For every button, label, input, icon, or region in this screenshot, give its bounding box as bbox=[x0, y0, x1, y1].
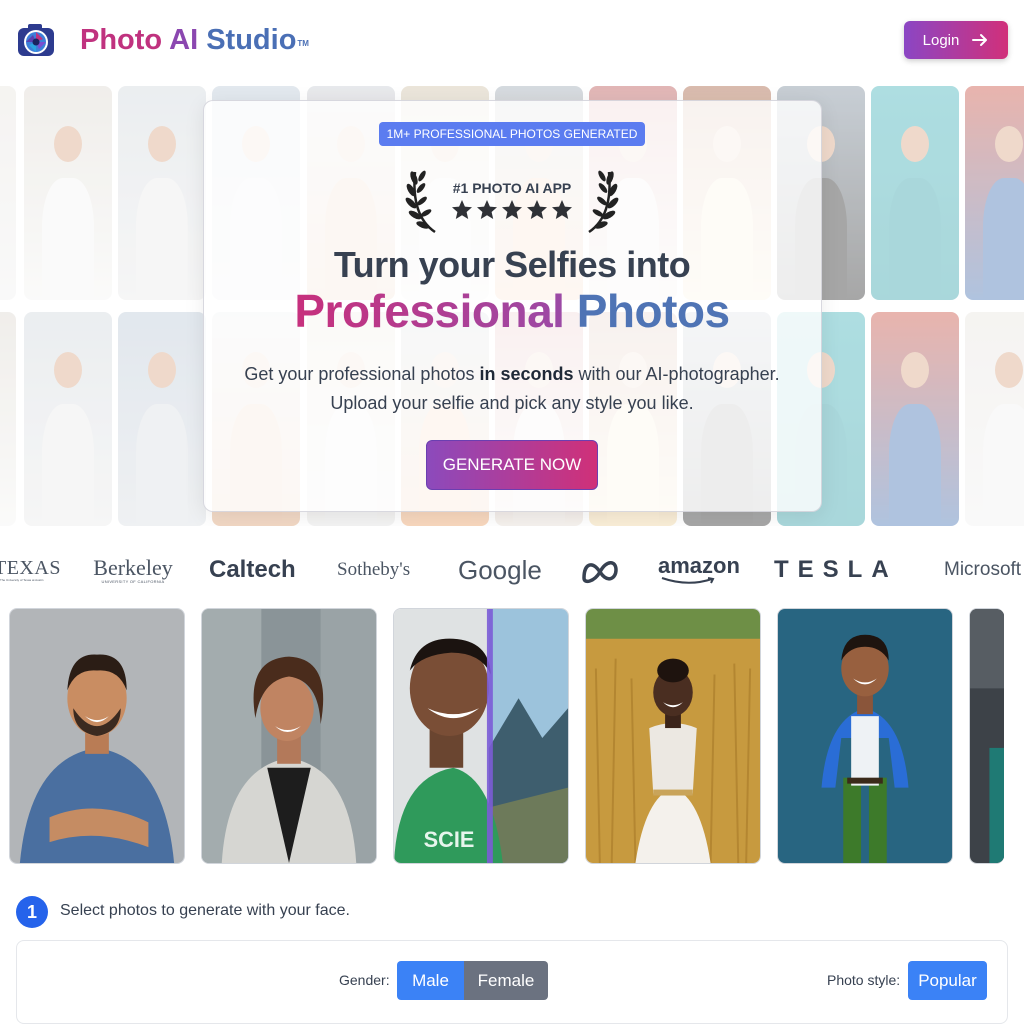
logo-berkeley-subtext: UNIVERSITY OF CALIFORNIA bbox=[101, 578, 165, 584]
subtitle-bold: in seconds bbox=[479, 364, 574, 384]
logo-google: Google bbox=[458, 554, 542, 585]
star-icon bbox=[477, 200, 497, 219]
logo-berkeley: Berkeley UNIVERSITY OF CALIFORNIA bbox=[93, 548, 173, 592]
gender-female-button[interactable]: Female bbox=[464, 961, 548, 1000]
sample-photos-strip: SCIE bbox=[0, 607, 1024, 865]
meta-logo-icon bbox=[580, 548, 620, 592]
hero-headline-line2: Professional Photos bbox=[200, 284, 824, 338]
trademark-mark: TM bbox=[297, 39, 309, 48]
star-icon bbox=[452, 200, 472, 219]
star-icon bbox=[502, 200, 522, 219]
generate-now-button[interactable]: GENERATE NOW bbox=[426, 440, 598, 490]
logo-sothebys: Sotheby's bbox=[337, 559, 411, 580]
photo-style-label: Photo style: bbox=[827, 972, 901, 988]
logo-amazon-text: amazon bbox=[658, 553, 740, 578]
brand-word-photo: Photo bbox=[80, 24, 163, 56]
hero-subtitle: Get your professional photos in seconds … bbox=[200, 360, 824, 418]
login-button[interactable]: Login bbox=[904, 21, 1008, 59]
gender-label: Gender: bbox=[339, 972, 390, 988]
photos-generated-badge: 1M+ PROFESSIONAL PHOTOS GENERATED bbox=[379, 122, 645, 146]
step-instruction: Select photos to generate with your face… bbox=[60, 902, 350, 919]
sample-photo[interactable] bbox=[777, 608, 953, 864]
brand-name[interactable]: Photo AI StudioTM bbox=[80, 22, 309, 58]
login-label: Login bbox=[922, 31, 960, 49]
sample-photo[interactable] bbox=[201, 608, 377, 864]
brand-word-ai: AI bbox=[169, 24, 199, 56]
logo-microsoft: Microsoft bbox=[944, 559, 1022, 580]
sample-photo[interactable] bbox=[9, 608, 185, 864]
client-logos-row: TEXAS The University of Texas at Austin … bbox=[0, 548, 1024, 592]
site-header: Photo AI StudioTM Login bbox=[0, 0, 1024, 80]
headline-word-professional: Professional bbox=[294, 285, 565, 337]
amazon-smile-icon bbox=[661, 577, 715, 584]
star-icon bbox=[552, 200, 572, 219]
logo-tesla: TESLA bbox=[774, 556, 898, 583]
logo-texas-text: TEXAS bbox=[0, 557, 61, 579]
logo-caltech: Caltech bbox=[209, 556, 296, 583]
logo-texas-subtext: The University of Texas at Austin bbox=[0, 578, 44, 582]
laurel-right-icon bbox=[588, 170, 619, 234]
sample-photo[interactable] bbox=[585, 608, 761, 864]
headline-word-photos: Photos bbox=[576, 285, 730, 337]
laurel-left-icon bbox=[405, 170, 436, 234]
sample-photo-partial[interactable] bbox=[969, 608, 1004, 864]
svg-text:SCIE: SCIE bbox=[424, 827, 475, 852]
logo-amazon: amazon bbox=[658, 548, 740, 592]
subtitle-line2: Upload your selfie and pick any style yo… bbox=[330, 393, 694, 413]
logo-berkeley-text: Berkeley bbox=[93, 554, 173, 580]
step-number-badge: 1 bbox=[16, 896, 48, 928]
gender-male-button[interactable]: Male bbox=[397, 961, 464, 1000]
camera-lens-icon[interactable] bbox=[16, 20, 56, 60]
subtitle-part2: with our AI-photographer. bbox=[573, 364, 780, 384]
hero-headline-line1: Turn your Selfies into bbox=[333, 244, 691, 285]
award-title: #1 PHOTO AI APP bbox=[452, 180, 572, 196]
brand-word-studio: Studio bbox=[206, 24, 297, 56]
arrow-right-icon bbox=[972, 34, 988, 46]
photo-style-popular-button[interactable]: Popular bbox=[908, 961, 987, 1000]
rating-stars bbox=[450, 198, 574, 224]
logo-texas: TEXAS The University of Texas at Austin bbox=[0, 548, 60, 592]
subtitle-part1: Get your professional photos bbox=[244, 364, 480, 384]
sample-photo-before-after[interactable]: SCIE bbox=[393, 608, 569, 864]
star-icon bbox=[527, 200, 547, 219]
